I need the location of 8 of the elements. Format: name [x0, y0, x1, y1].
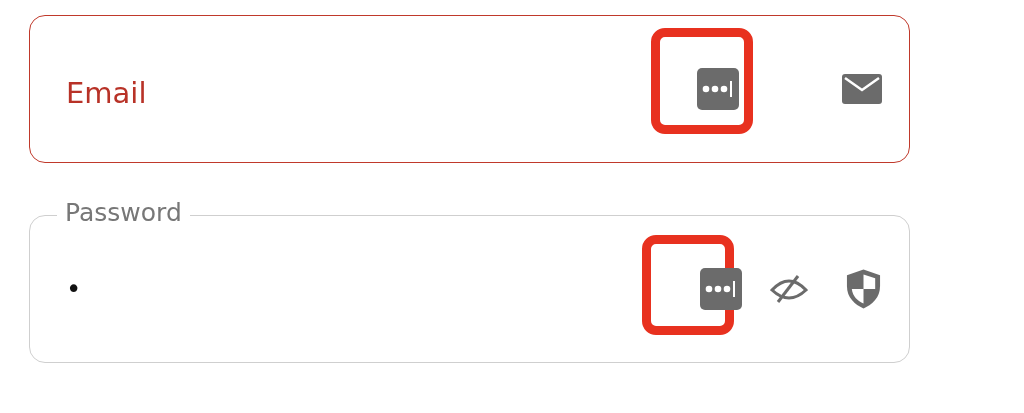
password-manager-icon[interactable]	[700, 268, 742, 310]
shield-icon	[845, 268, 882, 310]
envelope-icon	[842, 74, 882, 104]
input-field[interactable]: Email	[29, 15, 910, 163]
field-value: •	[66, 274, 83, 304]
eye-slash-icon[interactable]	[770, 274, 808, 304]
field-label: Email	[66, 76, 148, 110]
password-manager-icon[interactable]	[697, 68, 739, 110]
